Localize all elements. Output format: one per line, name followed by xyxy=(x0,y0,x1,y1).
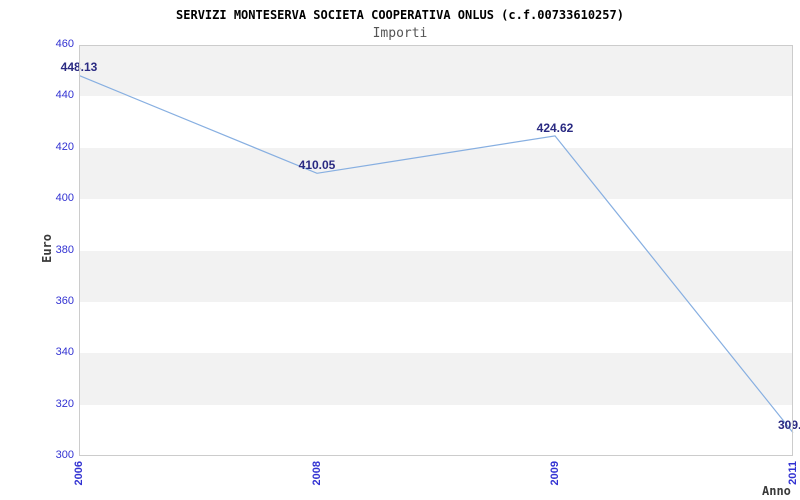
data-point-label: 410.05 xyxy=(298,158,336,173)
y-tick-label: 380 xyxy=(55,243,74,256)
y-tick-label: 420 xyxy=(55,140,74,153)
y-tick-label: 440 xyxy=(55,89,74,102)
x-tick-label: 2009 xyxy=(549,461,561,486)
plot-area: 448.13 410.05 424.62 309.1 xyxy=(61,45,800,456)
y-tick-label: 340 xyxy=(55,346,74,359)
y-tick-label: 360 xyxy=(55,294,74,307)
chart-title: SERVIZI MONTESERVA SOCIETA COOPERATIVA O… xyxy=(176,8,624,22)
x-axis-title: Anno xyxy=(762,484,791,498)
y-tick-label: 400 xyxy=(55,192,74,205)
data-point-label: 309.1 xyxy=(777,417,800,432)
data-line xyxy=(78,74,794,433)
x-tick-label: 2006 xyxy=(73,461,85,486)
x-tick-label: 2008 xyxy=(311,461,323,486)
y-tick-label: 300 xyxy=(55,449,74,461)
x-tick-label: 2011 xyxy=(787,461,799,485)
data-point-label: 448.13 xyxy=(60,60,98,75)
line-chart: SERVIZI MONTESERVA SOCIETA COOPERATIVA O… xyxy=(0,0,800,500)
data-point-label: 424.62 xyxy=(536,120,574,135)
y-tick-label: 460 xyxy=(55,38,74,50)
y-tick-label: 320 xyxy=(55,397,74,410)
data-line-svg xyxy=(78,74,794,433)
chart-subtitle: Importi xyxy=(372,26,428,41)
